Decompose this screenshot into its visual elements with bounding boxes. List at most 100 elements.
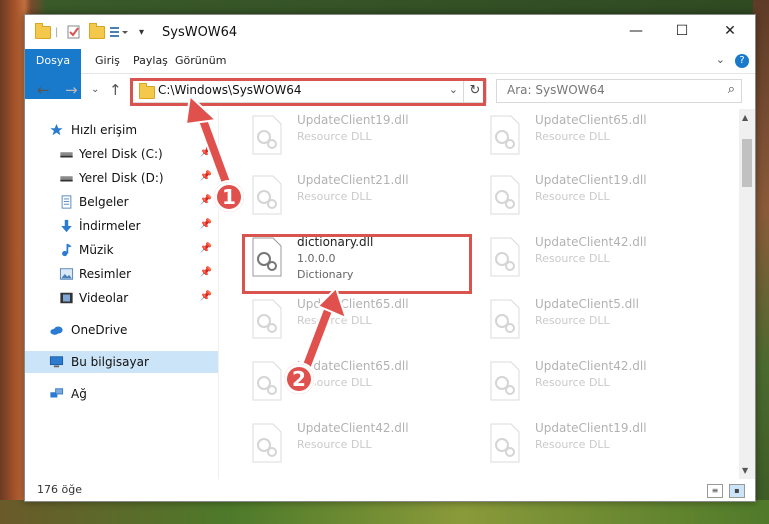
sidebar-item-local-disk-c[interactable]: Yerel Disk (C:) 📌 bbox=[25, 143, 218, 165]
item-count: 176 öğe bbox=[37, 483, 82, 496]
sidebar-item-network[interactable]: Ağ bbox=[25, 383, 218, 405]
file-item[interactable]: UpdateClient65.dll Resource DLL bbox=[245, 357, 475, 407]
file-item[interactable]: UpdateClient19.dll Resource DLL bbox=[245, 111, 475, 161]
file-type: Resource DLL bbox=[297, 438, 372, 451]
recent-locations-icon[interactable]: ⌄ bbox=[91, 84, 99, 95]
properties-icon[interactable] bbox=[67, 24, 81, 40]
quick-access-folder-icon[interactable] bbox=[35, 22, 51, 40]
sidebar-item-label: Hızlı erişim bbox=[71, 123, 138, 137]
file-name: UpdateClient42.dll bbox=[535, 235, 647, 249]
sidebar-item-pictures[interactable]: Resimler 📌 bbox=[25, 263, 218, 285]
step-two-badge: 2 bbox=[282, 362, 316, 396]
sidebar-item-local-disk-d[interactable]: Yerel Disk (D:) 📌 bbox=[25, 167, 218, 189]
sidebar-item-this-pc[interactable]: Bu bilgisayar bbox=[25, 351, 218, 373]
drive-icon bbox=[60, 176, 73, 182]
pin-icon[interactable]: 📌 bbox=[200, 219, 212, 230]
title-bar: | ▾ SysWOW64 — ☐ ✕ bbox=[25, 15, 755, 49]
file-highlight bbox=[242, 234, 472, 294]
computer-icon bbox=[49, 356, 64, 368]
file-item[interactable]: UpdateClient5.dll Resource DLL bbox=[483, 295, 713, 345]
dll-file-icon bbox=[252, 361, 282, 401]
tab-view[interactable]: Görünüm bbox=[175, 49, 226, 73]
file-item[interactable]: UpdateClient19.dll Resource DLL bbox=[483, 419, 713, 469]
pin-icon[interactable]: 📌 bbox=[200, 243, 212, 254]
search-icon[interactable]: ⌕ bbox=[728, 82, 735, 97]
cloud-icon bbox=[50, 326, 63, 335]
scroll-down-icon[interactable]: ▼ bbox=[742, 466, 748, 475]
forward-arrow-icon[interactable]: → bbox=[65, 81, 78, 99]
documents-icon bbox=[61, 195, 72, 209]
maximize-button[interactable]: ☐ bbox=[659, 15, 705, 47]
search-input[interactable]: Ara: SysWOW64 bbox=[507, 83, 605, 97]
scroll-up-icon[interactable]: ▲ bbox=[742, 113, 748, 122]
file-item[interactable]: UpdateClient65.dll Resource DLL bbox=[245, 295, 475, 345]
dll-file-icon bbox=[490, 175, 520, 215]
sidebar-item-label: Ağ bbox=[71, 387, 87, 401]
pin-icon[interactable]: 📌 bbox=[200, 195, 212, 206]
vertical-scrollbar[interactable]: ▲ ▼ bbox=[739, 109, 755, 479]
pin-icon[interactable]: 📌 bbox=[200, 291, 212, 302]
file-name: UpdateClient42.dll bbox=[297, 421, 409, 435]
large-icons-view-icon[interactable]: ▪ bbox=[729, 484, 745, 498]
sidebar-item-label: Yerel Disk (C:) bbox=[79, 147, 163, 161]
pin-icon[interactable]: 📌 bbox=[200, 171, 212, 182]
file-name: UpdateClient42.dll bbox=[535, 359, 647, 373]
sidebar-item-label: Videolar bbox=[79, 291, 129, 305]
help-icon[interactable]: ? bbox=[735, 54, 749, 68]
sidebar-item-onedrive[interactable]: OneDrive bbox=[25, 319, 218, 341]
file-item[interactable]: UpdateClient42.dll Resource DLL bbox=[483, 233, 713, 283]
file-item[interactable]: UpdateClient42.dll Resource DLL bbox=[483, 357, 713, 407]
new-folder-icon[interactable] bbox=[89, 22, 105, 40]
file-name: UpdateClient5.dll bbox=[535, 297, 639, 311]
file-type: Resource DLL bbox=[535, 252, 610, 265]
up-arrow-icon[interactable]: ↑ bbox=[109, 81, 122, 99]
sidebar-item-label: OneDrive bbox=[71, 323, 128, 337]
sidebar-item-downloads[interactable]: İndirmeler 📌 bbox=[25, 215, 218, 237]
status-bar: 176 öğe ≡ ▪ bbox=[25, 479, 755, 501]
minimize-button[interactable]: — bbox=[613, 15, 659, 47]
navigation-pane: Hızlı erişim Yerel Disk (C:) 📌 Yerel Dis… bbox=[25, 109, 218, 469]
dll-file-icon bbox=[490, 237, 520, 277]
file-name: UpdateClient65.dll bbox=[297, 297, 409, 311]
pictures-icon bbox=[59, 268, 74, 280]
sidebar-item-label: Müzik bbox=[79, 243, 114, 257]
details-view-icon[interactable]: ≡ bbox=[707, 484, 723, 498]
file-item[interactable]: UpdateClient21.dll Resource DLL bbox=[245, 171, 475, 221]
ribbon: Dosya Giriş Paylaş Görünüm ⌄ ? bbox=[25, 49, 755, 99]
search-box[interactable]: Ara: SysWOW64 ⌕ bbox=[496, 79, 742, 103]
sidebar-item-label: Resimler bbox=[79, 267, 132, 281]
ribbon-expand-icon[interactable]: ⌄ bbox=[716, 53, 725, 66]
scrollbar-thumb[interactable] bbox=[742, 139, 752, 187]
dll-file-icon bbox=[252, 423, 282, 463]
window-title: SysWOW64 bbox=[162, 25, 238, 40]
sidebar-item-music[interactable]: Müzik 📌 bbox=[25, 239, 218, 261]
close-button[interactable]: ✕ bbox=[707, 15, 753, 47]
sidebar-item-documents[interactable]: Belgeler 📌 bbox=[25, 191, 218, 213]
view-options-icon[interactable] bbox=[109, 24, 129, 40]
dll-file-icon bbox=[490, 299, 520, 339]
tab-home[interactable]: Giriş bbox=[95, 49, 120, 73]
dll-file-icon bbox=[490, 361, 520, 401]
file-type: Resource DLL bbox=[535, 438, 610, 451]
network-icon bbox=[50, 388, 64, 398]
file-name: UpdateClient65.dll bbox=[535, 113, 647, 127]
sidebar-item-videos[interactable]: Videolar 📌 bbox=[25, 287, 218, 309]
back-arrow-icon[interactable]: ← bbox=[37, 81, 50, 99]
customize-toolbar-icon[interactable]: ▾ bbox=[139, 24, 144, 40]
sidebar-item-label: Belgeler bbox=[79, 195, 129, 209]
file-type: Resource DLL bbox=[535, 190, 610, 203]
dll-file-icon bbox=[252, 299, 282, 339]
sidebar-item-label: İndirmeler bbox=[79, 219, 141, 233]
pin-icon[interactable]: 📌 bbox=[200, 147, 212, 158]
sidebar-item-quick-access[interactable]: Hızlı erişim bbox=[25, 119, 218, 141]
file-item[interactable]: UpdateClient19.dll Resource DLL bbox=[483, 171, 713, 221]
file-item[interactable]: UpdateClient65.dll Resource DLL bbox=[483, 111, 713, 161]
music-icon bbox=[62, 243, 72, 257]
dll-file-icon bbox=[490, 423, 520, 463]
file-item[interactable]: UpdateClient42.dll Resource DLL bbox=[245, 419, 475, 469]
pin-icon[interactable]: 📌 bbox=[200, 267, 212, 278]
file-name: UpdateClient19.dll bbox=[535, 173, 647, 187]
tab-share[interactable]: Paylaş bbox=[133, 49, 168, 73]
desktop-background-bottom bbox=[0, 500, 769, 524]
step-one-badge: 1 bbox=[212, 180, 246, 214]
